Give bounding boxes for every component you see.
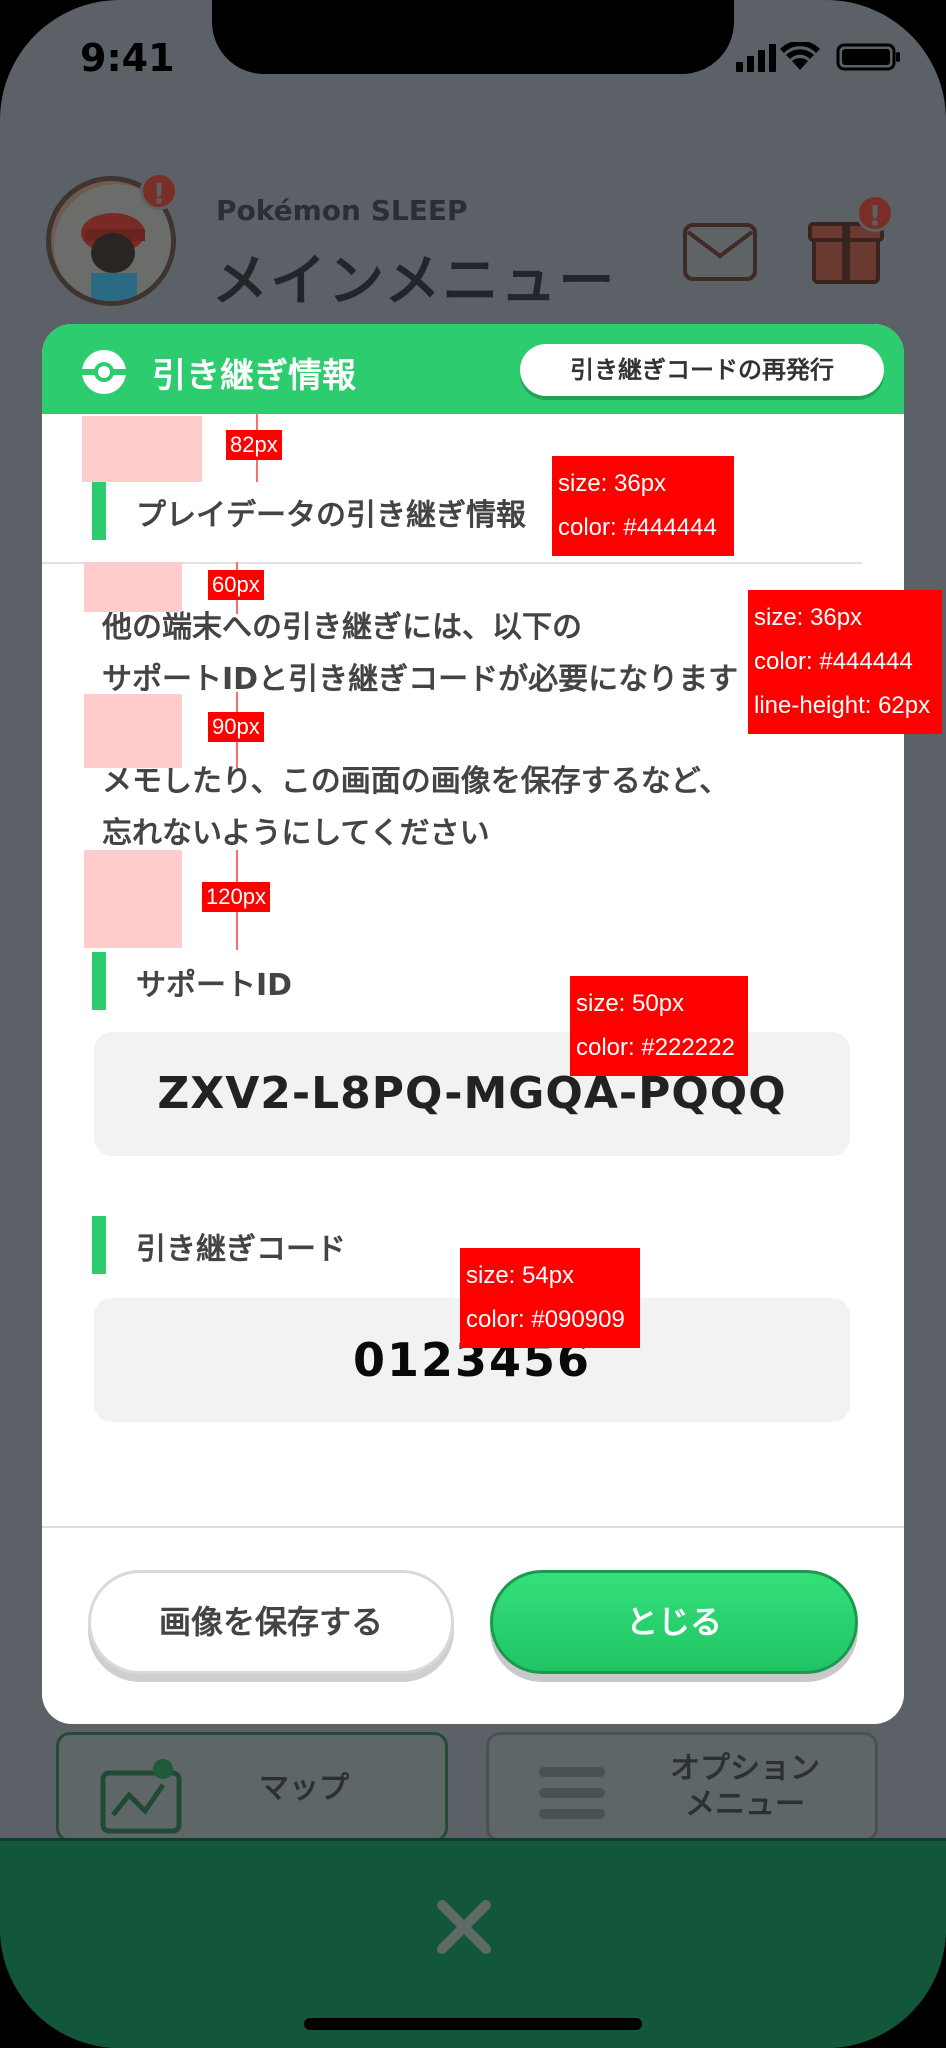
wifi-icon [780,42,820,70]
option-card-label-1: オプション [670,1751,820,1786]
annotation-text: size: 50px [576,990,685,1017]
pokeball-icon [82,350,126,394]
annotation-text: size: 54px [466,1262,575,1289]
bottom-bar [0,1838,946,2048]
instruction-text-line2: サポートIDと引き継ぎコードが必要になります [102,662,739,697]
spacing-label-120: 120px [202,882,270,912]
close-x-icon[interactable] [434,1897,494,1957]
spacing-label-60: 60px [208,570,264,600]
map-card-label: マップ [259,1771,349,1806]
support-id-accent-bar [92,952,106,1010]
transfer-info-modal: 引き継ぎ情報 引き継ぎコードの再発行 プレイデータの引き継ぎ情報 他の端末への引… [42,324,904,1724]
annotation-text: color: #444444 [558,514,717,541]
phone-screen: 9:41 ! Pokémon SLEEP メインメニュー ! 引き継ぎ情報 引き… [0,0,946,2048]
annotation-text: size: 36px [754,604,863,631]
option-card-label-2: メニュー [685,1787,805,1822]
modal-title: 引き継ぎ情報 [152,356,356,396]
annotation-text: color: #222222 [576,1034,735,1061]
modal-header: 引き継ぎ情報 引き継ぎコードの再発行 [42,324,904,414]
signal-icon [736,44,776,72]
annotation-text: color: #444444 [754,648,913,675]
app-brand: Pokémon SLEEP [216,194,468,227]
status-icons [736,42,900,72]
avatar-alert-badge: ! [140,172,178,210]
spacing-marker-box [84,694,182,768]
spacing-marker-box [84,562,182,612]
gift-alert-badge: ! [856,194,894,232]
mail-icon[interactable] [682,222,758,282]
map-card[interactable]: マップ [56,1732,448,1842]
spacing-label-82: 82px [226,430,282,460]
save-image-button[interactable]: 画像を保存する [88,1570,454,1674]
reissue-code-button[interactable]: 引き継ぎコードの再発行 [520,344,884,396]
spacing-label-90: 90px [208,712,264,742]
camera-notch [212,0,734,74]
support-id-style-annotation: size: 50px color: #222222 [570,976,748,1076]
spacing-marker-box [84,850,182,948]
status-time: 9:41 [80,36,175,80]
page-title: メインメニュー [212,249,617,314]
annotation-text: line-height: 62px [754,692,931,719]
spacing-marker-box [82,416,202,482]
body-style-annotation: size: 36px color: #444444 line-height: 6… [748,590,942,734]
close-button[interactable]: とじる [490,1570,858,1674]
annotation-text: color: #090909 [466,1306,625,1333]
battery-icon [836,43,900,71]
transfer-code-label: 引き継ぎコード [136,1232,346,1267]
section-heading: プレイデータの引き継ぎ情報 [136,498,526,533]
reminder-text-line1: メモしたり、この画面の画像を保存するなど、 [102,764,730,799]
transfer-code-style-annotation: size: 54px color: #090909 [460,1248,640,1348]
support-id-label: サポートID [136,968,293,1003]
map-icon [100,1759,182,1834]
option-menu-card[interactable]: オプション メニュー [486,1732,878,1842]
transfer-code-accent-bar [92,1216,106,1274]
section-accent-bar [92,482,106,540]
heading-style-annotation: size: 36px color: #444444 [552,456,734,556]
annotation-text: size: 36px [558,470,667,497]
menu-icon [539,1767,605,1819]
home-indicator[interactable] [304,2018,642,2030]
footer-divider [42,1526,904,1528]
